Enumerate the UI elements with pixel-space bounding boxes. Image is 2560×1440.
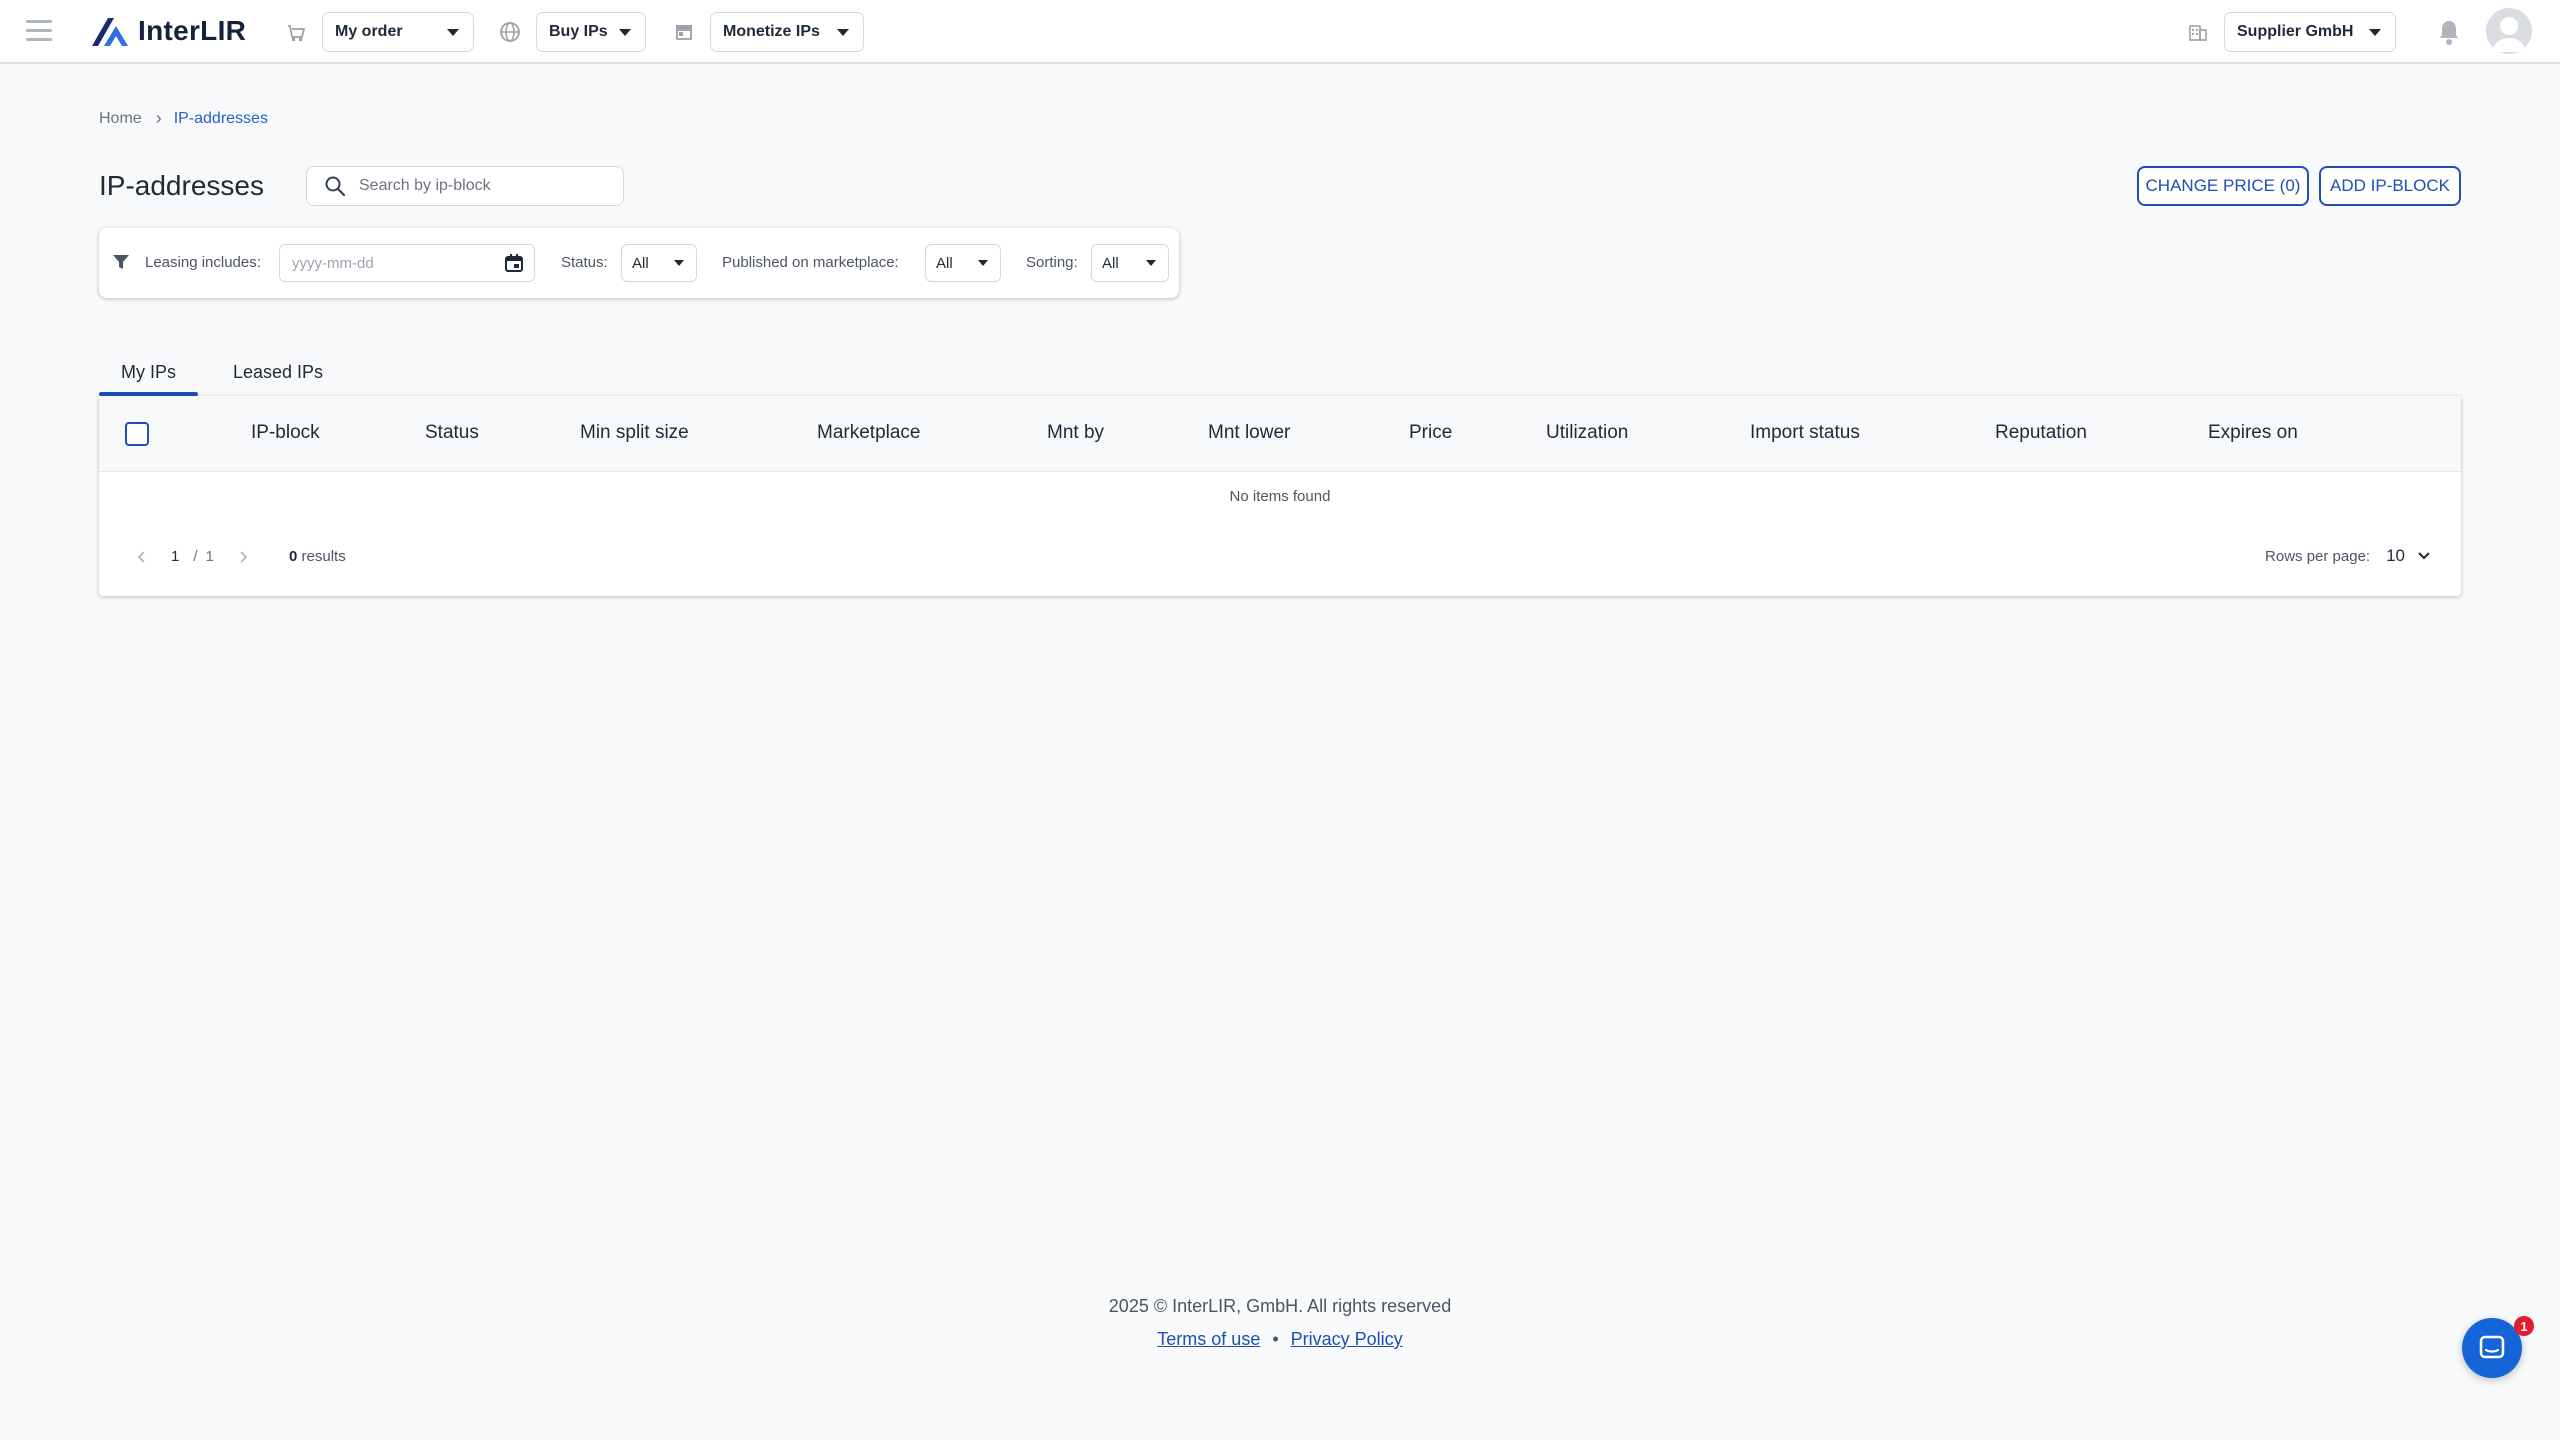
rows-per-page: Rows per page: 10 (2265, 546, 2431, 566)
chevron-left-icon[interactable] (135, 550, 149, 564)
sorting-select-value: All (1102, 254, 1119, 272)
column-import-status[interactable]: Import status (1750, 422, 1860, 444)
column-mnt-lower[interactable]: Mnt lower (1208, 422, 1290, 444)
status-filter-label: Status: (561, 254, 608, 271)
column-ip-block[interactable]: IP-block (251, 422, 320, 444)
leasing-date-field[interactable] (279, 244, 535, 282)
chevron-right-icon: › (155, 108, 162, 128)
caret-down-icon (619, 29, 631, 36)
chat-notification-badge: 1 (2514, 1316, 2534, 1336)
caret-down-icon (978, 260, 988, 266)
monetize-ips-dropdown[interactable]: Monetize IPs (710, 12, 864, 52)
caret-down-icon (2369, 29, 2381, 36)
logo-text: InterLIR (138, 15, 247, 46)
column-marketplace[interactable]: Marketplace (817, 422, 921, 444)
caret-down-icon (447, 29, 459, 36)
privacy-link[interactable]: Privacy Policy (1291, 1329, 1403, 1350)
sorting-select[interactable]: All (1091, 244, 1169, 282)
top-bar: InterLIR My order Buy IPs Monetize IPs S… (0, 0, 2560, 64)
leasing-includes-label: Leasing includes: (145, 254, 261, 271)
cart-icon (288, 25, 306, 41)
footer-links: Terms of use • Privacy Policy (0, 1329, 2560, 1350)
results-number: 0 (289, 548, 298, 565)
chevron-down-icon (2418, 552, 2430, 560)
search-box[interactable] (306, 166, 624, 206)
rows-per-page-label: Rows per page: (2265, 547, 2371, 565)
chat-launcher-button[interactable] (2462, 1318, 2522, 1378)
copyright-text: 2025 © InterLIR, GmbH. All rights reserv… (1108, 1296, 1452, 1316)
column-price[interactable]: Price (1409, 422, 1452, 444)
building-icon (2189, 25, 2207, 41)
search-input[interactable] (359, 177, 599, 195)
interlir-logo-icon (92, 18, 128, 46)
search-icon (325, 176, 346, 197)
my-order-dropdown[interactable]: My order (322, 12, 474, 52)
published-select[interactable]: All (925, 244, 1001, 282)
ip-table: IP-block Status Min split size Marketpla… (99, 396, 2461, 596)
rows-per-page-value: 10 (2386, 546, 2405, 565)
breadcrumb-current[interactable]: IP-addresses (174, 110, 268, 128)
column-reputation[interactable]: Reputation (1995, 422, 2087, 444)
caret-down-icon (674, 260, 684, 266)
caret-down-icon (837, 29, 849, 36)
column-min-split-size[interactable]: Min split size (580, 422, 689, 444)
breadcrumb: Home › IP-addresses (99, 108, 268, 129)
page-title: IP-addresses (99, 170, 264, 201)
avatar[interactable] (2486, 8, 2532, 54)
company-dropdown[interactable]: Supplier GmbH (2224, 12, 2396, 52)
add-ip-block-button[interactable]: ADD IP-BLOCK (2319, 166, 2461, 206)
logo[interactable]: InterLIR (90, 14, 246, 48)
user-avatar-icon (2492, 17, 2526, 52)
footer: 2025 © InterLIR, GmbH. All rights reserv… (0, 1296, 2560, 1350)
column-mnt-by[interactable]: Mnt by (1047, 422, 1104, 444)
calendar-icon[interactable] (504, 253, 524, 273)
terms-link[interactable]: Terms of use (1157, 1329, 1260, 1350)
bell-icon[interactable] (2436, 18, 2462, 46)
caret-down-icon (1146, 260, 1156, 266)
status-select-value: All (632, 254, 649, 272)
menu-icon[interactable] (26, 20, 52, 44)
select-all-checkbox[interactable] (125, 422, 149, 446)
sorting-filter-label: Sorting: (1026, 254, 1078, 271)
monetize-ips-label: Monetize IPs (723, 23, 820, 40)
leasing-date-input[interactable] (292, 254, 492, 272)
buy-ips-label: Buy IPs (549, 23, 608, 40)
column-utilization[interactable]: Utilization (1546, 422, 1628, 444)
pagination: 1 / 1 (135, 548, 250, 565)
rows-per-page-select[interactable]: 10 (2386, 546, 2431, 566)
empty-state-text: No items found (1229, 488, 1331, 505)
page-current: 1 (171, 548, 180, 565)
filter-bar: Leasing includes: Status: All Published … (99, 228, 1179, 298)
breadcrumb-home[interactable]: Home (99, 110, 142, 128)
status-select[interactable]: All (621, 244, 697, 282)
tab-my-ips[interactable]: My IPs (99, 348, 198, 396)
results-label: results (301, 548, 346, 565)
tabs: My IPs Leased IPs (99, 348, 358, 396)
change-price-button[interactable]: CHANGE PRICE (0) (2137, 166, 2309, 206)
chat-icon (2479, 1335, 2505, 1359)
tab-leased-ips[interactable]: Leased IPs (198, 348, 358, 396)
table-header: IP-block Status Min split size Marketpla… (99, 396, 2461, 472)
chevron-right-icon[interactable] (236, 550, 250, 564)
published-filter-label: Published on marketplace: (722, 254, 899, 271)
buy-ips-dropdown[interactable]: Buy IPs (536, 12, 646, 52)
page-total: 1 (205, 548, 214, 565)
page-separator: / (193, 548, 198, 565)
filter-icon (113, 255, 129, 269)
column-status[interactable]: Status (425, 422, 479, 444)
store-icon (676, 25, 692, 40)
company-label: Supplier GmbH (2237, 23, 2354, 40)
footer-dot: • (1272, 1329, 1279, 1349)
results-count: 0 results (289, 548, 346, 565)
published-select-value: All (936, 254, 953, 272)
my-order-label: My order (335, 23, 403, 40)
globe-icon (500, 22, 520, 42)
column-expires-on[interactable]: Expires on (2208, 422, 2298, 444)
